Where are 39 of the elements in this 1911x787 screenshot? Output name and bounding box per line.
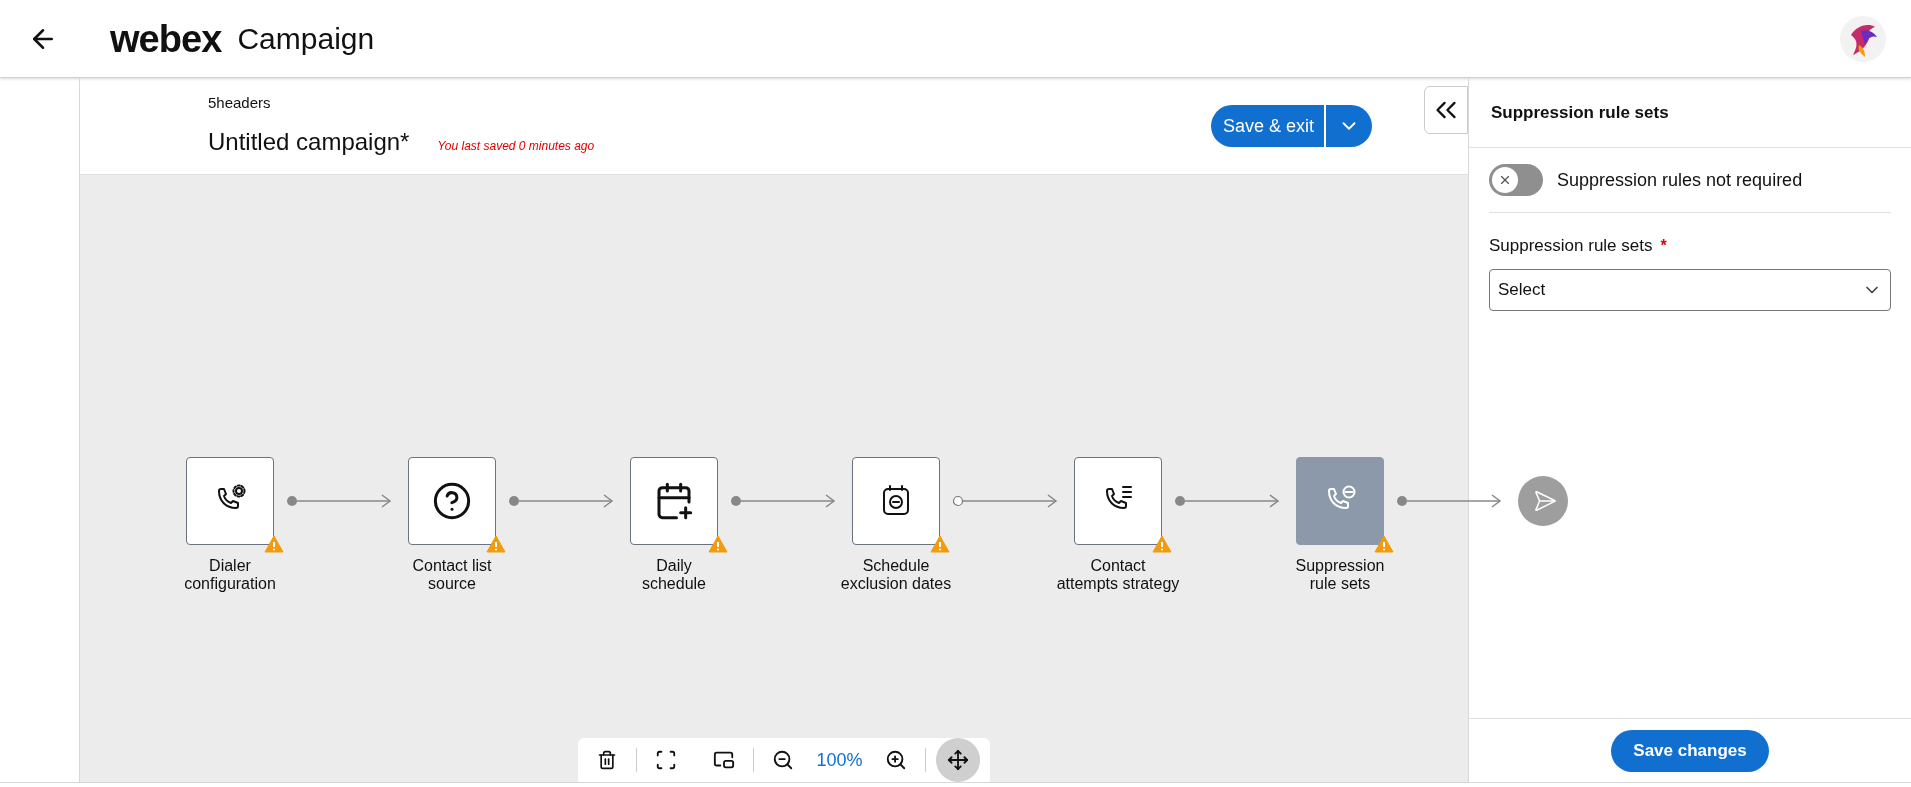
last-saved-note: You last saved 0 minutes ago [437, 138, 595, 156]
save-changes-button[interactable]: Save changes [1611, 729, 1769, 772]
rule-sets-dropdown[interactable]: Select [1489, 268, 1891, 311]
x-icon [1498, 173, 1512, 187]
field-label: Suppression rule sets [1489, 235, 1653, 257]
step-label: Contact attempts strategy [1055, 557, 1181, 593]
save-exit-button[interactable]: Save & exit [1210, 105, 1326, 147]
flow-step-node[interactable] [408, 457, 496, 545]
bird-logo-icon [1839, 14, 1887, 63]
step-label: Dialer configuration [183, 557, 277, 593]
panel-title: Suppression rule sets [1491, 101, 1669, 124]
required-mark: * [1660, 236, 1667, 256]
send-button[interactable] [1518, 476, 1568, 526]
flow-step-node[interactable] [1296, 457, 1384, 545]
zoom-in-icon [884, 749, 907, 771]
step-label: Contact list source [411, 557, 493, 593]
zoom-level: 100% [815, 748, 864, 772]
flow-step-node[interactable] [852, 457, 940, 545]
move-arrows-icon [946, 749, 969, 771]
campaign-subtitle: 5headers [208, 92, 272, 113]
collapse-panel-button[interactable] [1424, 86, 1468, 134]
flow-step-node[interactable] [630, 457, 718, 545]
step-label: Daily schedule [640, 557, 707, 593]
fit-frame-icon [655, 749, 678, 771]
app-title: Campaign [237, 23, 375, 54]
step-label: Schedule exclusion dates [839, 557, 953, 593]
step-label: Suppression rule sets [1294, 557, 1386, 593]
campaign-name: Untitled campaign* [208, 127, 410, 158]
flow-step-node[interactable] [1074, 457, 1162, 545]
toggle-switch[interactable] [1489, 164, 1543, 196]
pan-tool-button[interactable] [935, 738, 980, 782]
question-icon [432, 481, 472, 521]
toggle-label: Suppression rules not required [1557, 168, 1803, 192]
trash-icon [597, 750, 618, 770]
flow-step-node[interactable] [186, 457, 274, 545]
zoom-out-icon [772, 749, 795, 771]
webex-logo: webex [110, 19, 222, 58]
minimap-icon [713, 749, 736, 771]
save-options-button[interactable] [1326, 105, 1372, 147]
